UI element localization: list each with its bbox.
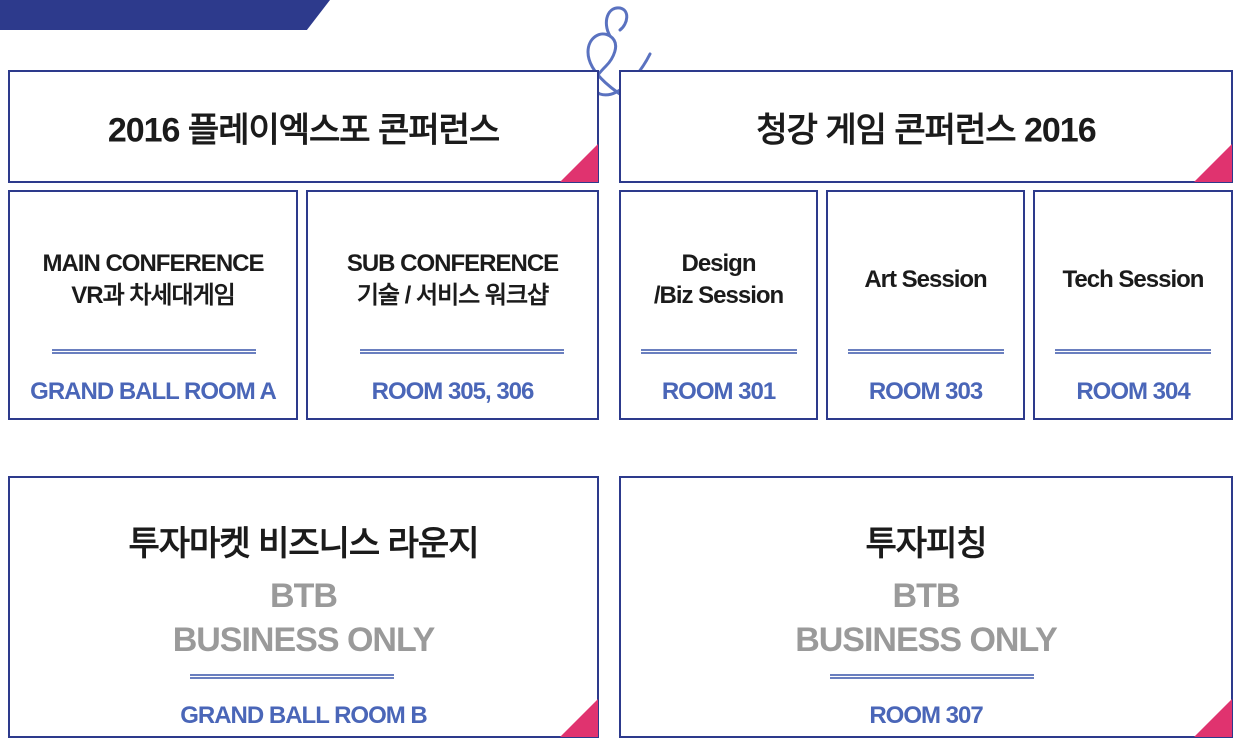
- divider: [360, 349, 564, 354]
- btb-line1: BTB: [892, 577, 961, 615]
- btb-label: BTB BUSINESS ONLY: [10, 574, 597, 662]
- room-label: GRAND BALL ROOM A: [30, 378, 277, 405]
- pitching-box[interactable]: 투자피칭 BTB BUSINESS ONLY ROOM 307: [619, 476, 1233, 738]
- session-name: Design /Biz Session: [621, 248, 816, 312]
- session-name-line2: VR과 차세대게임: [71, 282, 236, 309]
- room-label: ROOM 305, 306: [371, 378, 535, 405]
- section-tab: [0, 0, 330, 30]
- header-title-cheonggang: 청강 게임 콘퍼런스 2016: [756, 111, 1096, 149]
- header-title-playexpo: 2016 플레이엑스포 콘퍼런스: [107, 111, 500, 149]
- divider: [641, 349, 797, 354]
- session-name-line1: Design: [681, 250, 756, 277]
- lounge-box[interactable]: 투자마켓 비즈니스 라운지 BTB BUSINESS ONLY GRAND BA…: [8, 476, 599, 738]
- room-label: ROOM 307: [869, 702, 983, 729]
- header-cheonggang: 청강 게임 콘퍼런스 2016: [619, 70, 1233, 183]
- divider: [848, 349, 1004, 354]
- session-name-line1: SUB CONFERENCE: [346, 250, 559, 277]
- session-tech[interactable]: Tech Session ROOM 304: [1033, 190, 1233, 420]
- room-label: ROOM 304: [1076, 378, 1190, 405]
- room-label: GRAND BALL ROOM B: [180, 702, 428, 729]
- divider: [52, 349, 256, 354]
- btb-label: BTB BUSINESS ONLY: [621, 574, 1231, 662]
- session-name: MAIN CONFERENCE VR과 차세대게임: [10, 248, 296, 312]
- divider: [830, 674, 1034, 679]
- session-sub-conference[interactable]: SUB CONFERENCE 기술 / 서비스 워크샵 ROOM 305, 30…: [306, 190, 599, 420]
- btb-line1: BTB: [270, 577, 338, 615]
- session-name: Art Session: [828, 264, 1023, 296]
- divider: [1055, 349, 1211, 354]
- session-name-line1: MAIN CONFERENCE: [42, 250, 264, 277]
- session-design-biz[interactable]: Design /Biz Session ROOM 301: [619, 190, 818, 420]
- room-label: ROOM 303: [868, 378, 983, 405]
- session-name: SUB CONFERENCE 기술 / 서비스 워크샵: [308, 248, 597, 312]
- pitching-title: 투자피칭: [865, 525, 987, 563]
- session-name-line2: /Biz Session: [653, 282, 784, 309]
- btb-line2: BUSINESS ONLY: [795, 621, 1058, 659]
- lounge-title: 투자마켓 비즈니스 라운지: [128, 525, 480, 563]
- session-art[interactable]: Art Session ROOM 303: [826, 190, 1025, 420]
- divider: [190, 674, 394, 679]
- header-playexpo: 2016 플레이엑스포 콘퍼런스: [8, 70, 599, 183]
- session-main-conference[interactable]: MAIN CONFERENCE VR과 차세대게임 GRAND BALL ROO…: [8, 190, 298, 420]
- btb-line2: BUSINESS ONLY: [172, 621, 436, 659]
- session-name: Tech Session: [1035, 264, 1231, 296]
- session-name-line2: 기술 / 서비스 워크샵: [356, 282, 549, 309]
- session-name-line1: Tech Session: [1062, 266, 1205, 293]
- session-name-line1: Art Session: [864, 266, 987, 293]
- room-label: ROOM 301: [661, 378, 776, 405]
